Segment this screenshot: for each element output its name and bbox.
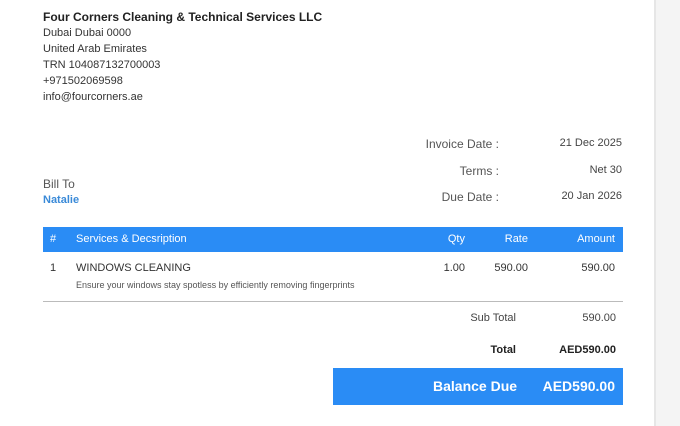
- terms-value: Net 30: [589, 164, 622, 176]
- due-date-value: 20 Jan 2026: [561, 190, 622, 202]
- header-amount: Amount: [577, 233, 615, 245]
- row-rate: 590.00: [494, 262, 528, 274]
- company-phone: +971502069598: [43, 75, 123, 87]
- invoice-date-value: 21 Dec 2025: [559, 137, 622, 149]
- total-value: AED590.00: [559, 344, 616, 356]
- bill-to-label: Bill To: [43, 177, 75, 191]
- company-trn: TRN 104087132700003: [43, 59, 161, 71]
- total-label: Total: [490, 344, 516, 356]
- balance-due-label: Balance Due: [433, 378, 518, 394]
- header-qty: Qty: [447, 233, 465, 245]
- header-rate: Rate: [504, 233, 528, 245]
- items-table-header: # Services & Decsription Qty Rate Amount: [43, 227, 623, 252]
- bill-to-name[interactable]: Natalie: [43, 194, 79, 206]
- row-amount: 590.00: [581, 262, 615, 274]
- viewer-background: [656, 0, 680, 426]
- company-address-line1: Dubai Dubai 0000: [43, 27, 132, 39]
- company-name: Four Corners Cleaning & Technical Servic…: [43, 10, 323, 24]
- company-email: info@fourcorners.ae: [43, 91, 143, 103]
- row-index: 1: [50, 262, 57, 274]
- header-index: #: [50, 233, 57, 245]
- subtotal-value: 590.00: [582, 312, 616, 324]
- header-service: Services & Decsription: [76, 233, 187, 245]
- terms-label: Terms :: [459, 164, 499, 178]
- balance-due-bar: Balance Due AED590.00: [333, 368, 623, 405]
- subtotal-label: Sub Total: [470, 312, 516, 324]
- company-block: Four Corners Cleaning & Technical Servic…: [43, 9, 322, 105]
- table-divider: [43, 301, 623, 302]
- row-qty: 1.00: [443, 262, 465, 274]
- row-service: WINDOWS CLEANING: [76, 262, 191, 274]
- row-description: Ensure your windows stay spotless by eff…: [76, 280, 355, 290]
- due-date-label: Due Date :: [441, 190, 499, 204]
- balance-due-value: AED590.00: [542, 378, 615, 394]
- invoice-date-label: Invoice Date :: [425, 137, 499, 151]
- company-address-line2: United Arab Emirates: [43, 43, 147, 55]
